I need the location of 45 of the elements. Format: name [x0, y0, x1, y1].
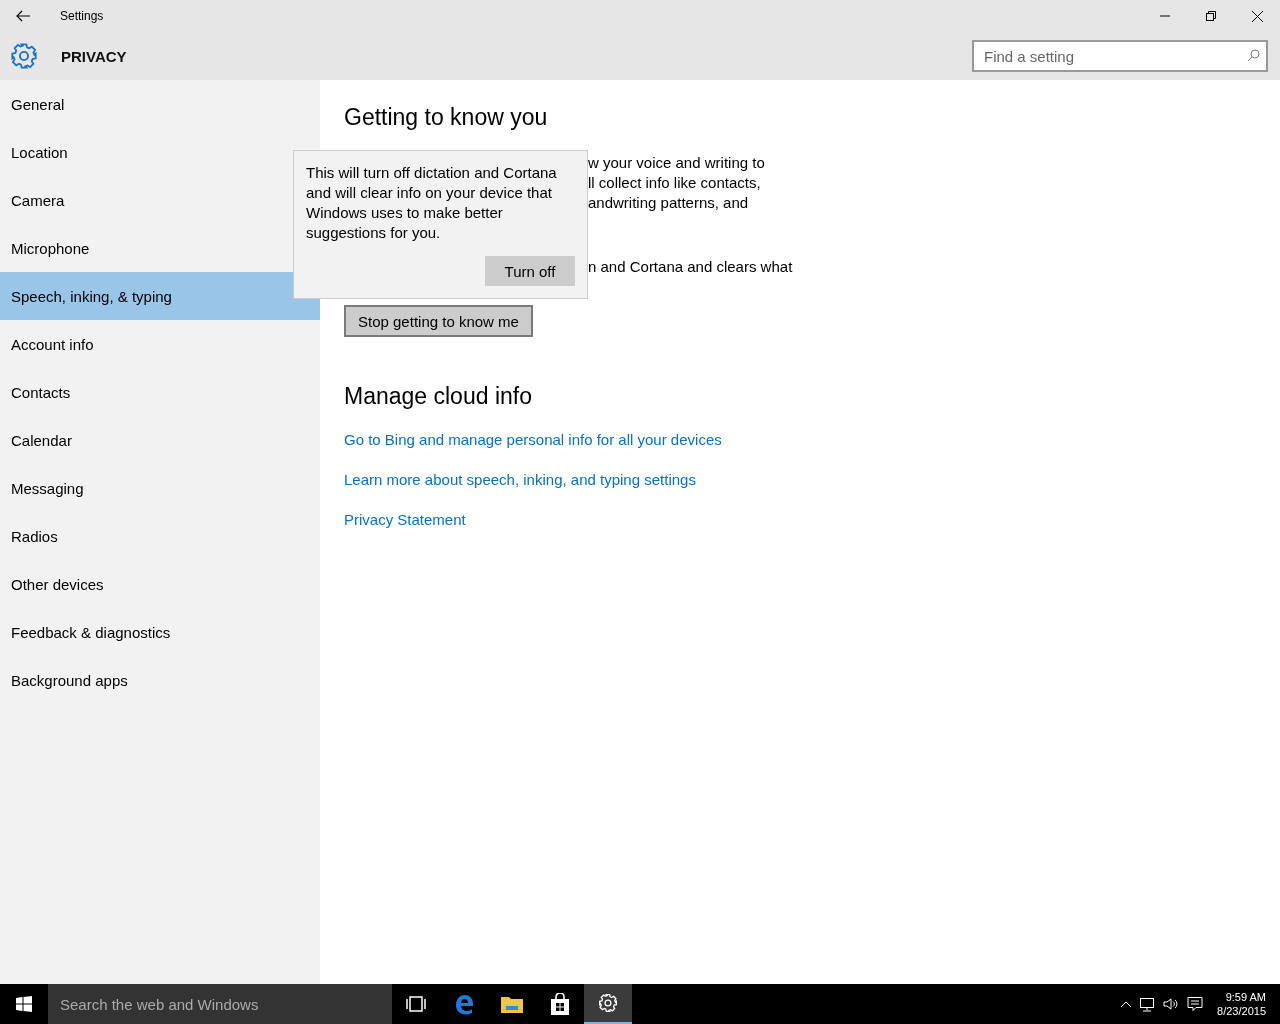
- description-text: ll collect info like contacts,: [588, 173, 761, 193]
- turn-off-button[interactable]: Turn off: [485, 256, 575, 286]
- sidebar-item[interactable]: Background apps: [0, 656, 320, 704]
- sidebar-item[interactable]: General: [0, 80, 320, 128]
- flyout-text: This will turn off dictation and Cortana and will clear info on your device that Windows uses to make better suggestions for you.: [306, 163, 558, 243]
- link[interactable]: Learn more about speech, inking, and typing settings: [344, 470, 696, 490]
- sidebar-item[interactable]: Account info: [0, 320, 320, 368]
- shopping-bag-icon: [550, 993, 570, 1015]
- settings-icon: [598, 993, 618, 1013]
- page-title: PRIVACY: [61, 47, 128, 65]
- settings-icon: [10, 42, 38, 70]
- description-text: andwriting patterns, and: [588, 193, 749, 213]
- restore-icon: [1206, 11, 1216, 21]
- taskbar-search-field[interactable]: Search the web and Windows: [48, 984, 392, 1024]
- sidebar-item[interactable]: Radios: [0, 512, 320, 560]
- sidebar-item[interactable]: Contacts: [0, 368, 320, 416]
- taskbar-button[interactable]: [584, 984, 632, 1024]
- sidebar-item[interactable]: Other devices: [0, 560, 320, 608]
- link[interactable]: Privacy Statement: [344, 510, 466, 530]
- search-field[interactable]: Find a setting: [972, 40, 1268, 72]
- volume-icon[interactable]: [1163, 997, 1180, 1011]
- windows-icon: [16, 996, 32, 1012]
- description-text: n and Cortana and clears what: [588, 257, 793, 277]
- back-arrow-icon: [16, 10, 30, 22]
- time-text: 9:59 AM: [1225, 990, 1266, 1004]
- window-title: Settings: [60, 9, 105, 23]
- network-icon[interactable]: [1139, 996, 1156, 1012]
- stop-button[interactable]: Stop getting to know me: [344, 305, 533, 337]
- task-view-icon: [406, 996, 426, 1012]
- section-heading: Getting to know you: [344, 104, 549, 131]
- link[interactable]: Go to Bing and manage personal info for all your devices: [344, 430, 722, 450]
- section-heading: Manage cloud info: [344, 383, 533, 410]
- close-icon: [1251, 10, 1263, 22]
- date-text: 8/23/2015: [1217, 1004, 1266, 1018]
- sidebar-item[interactable]: Messaging: [0, 464, 320, 512]
- sidebar-item[interactable]: Feedback & diagnostics: [0, 608, 320, 656]
- edge-icon: [453, 993, 475, 1015]
- chevron-up-icon[interactable]: [1121, 1001, 1132, 1007]
- message-icon[interactable]: [1187, 996, 1204, 1012]
- sidebar-item[interactable]: Calendar: [0, 416, 320, 464]
- description-text: w your voice and writing to: [588, 153, 765, 173]
- folder-icon: [501, 995, 523, 1013]
- sidebar-item[interactable]: Speech, inking, & typing: [0, 272, 320, 320]
- clock[interactable]: 9:59 AM 8/23/2015: [1217, 990, 1266, 1018]
- search-icon: [1247, 49, 1260, 62]
